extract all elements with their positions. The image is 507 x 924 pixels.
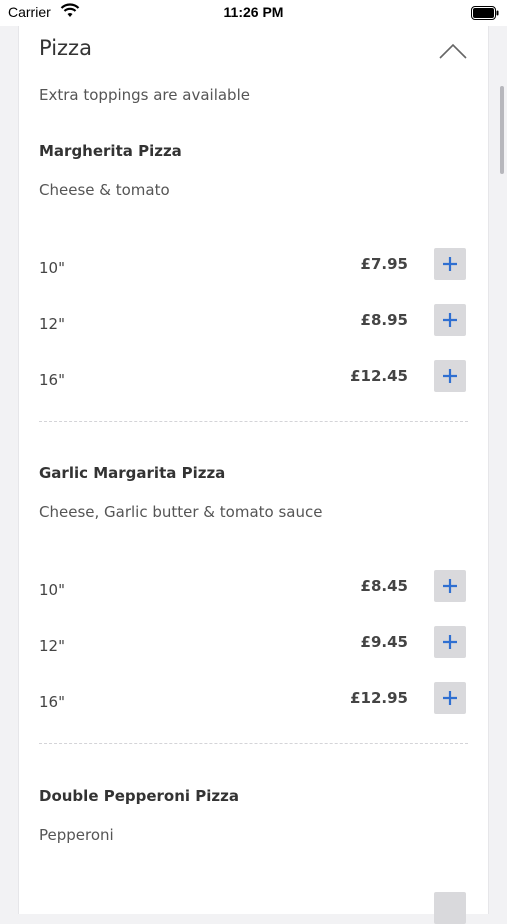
add-button[interactable] bbox=[434, 626, 466, 658]
clock: 11:26 PM bbox=[223, 4, 284, 20]
size-row: 12" £8.95 bbox=[19, 302, 488, 338]
product-description: Pepperoni bbox=[39, 826, 114, 844]
section-title: Pizza bbox=[39, 36, 92, 60]
plus-icon bbox=[443, 691, 457, 705]
plus-icon bbox=[443, 579, 457, 593]
add-button[interactable] bbox=[434, 892, 466, 924]
size-label: 16" bbox=[39, 371, 65, 389]
size-price: £8.45 bbox=[360, 577, 408, 595]
product-description: Cheese, Garlic butter & tomato sauce bbox=[39, 503, 323, 521]
status-bar: Carrier 11:26 PM bbox=[0, 0, 507, 26]
add-button[interactable] bbox=[434, 304, 466, 336]
menu-section-card: Pizza Extra toppings are available Margh… bbox=[18, 14, 489, 924]
battery-icon bbox=[471, 6, 499, 20]
divider bbox=[39, 421, 468, 422]
size-label: 16" bbox=[39, 693, 65, 711]
divider bbox=[39, 743, 468, 744]
section-subtitle: Extra toppings are available bbox=[39, 86, 250, 104]
size-label: 10" bbox=[39, 581, 65, 599]
scrollbar[interactable] bbox=[500, 86, 504, 174]
size-row: 16" £12.45 bbox=[19, 358, 488, 394]
product-name: Garlic Margarita Pizza bbox=[39, 464, 226, 482]
add-button[interactable] bbox=[434, 360, 466, 392]
chevron-up-icon bbox=[439, 43, 467, 59]
collapse-button[interactable] bbox=[438, 40, 468, 62]
plus-icon bbox=[443, 635, 457, 649]
size-row: 10" £8.45 bbox=[19, 568, 488, 604]
size-label: 10" bbox=[39, 259, 65, 277]
add-button[interactable] bbox=[434, 682, 466, 714]
size-row: 12" £9.45 bbox=[19, 624, 488, 660]
product-description: Cheese & tomato bbox=[39, 181, 170, 199]
size-label: 12" bbox=[39, 315, 65, 333]
size-price: £9.45 bbox=[360, 633, 408, 651]
product-name: Margherita Pizza bbox=[39, 142, 182, 160]
plus-icon bbox=[443, 257, 457, 271]
plus-icon bbox=[443, 313, 457, 327]
size-price: £12.95 bbox=[350, 689, 408, 707]
size-row: 10" £7.95 bbox=[19, 246, 488, 282]
add-button[interactable] bbox=[434, 248, 466, 280]
size-label: 12" bbox=[39, 637, 65, 655]
size-row: 16" £12.95 bbox=[19, 680, 488, 716]
add-button[interactable] bbox=[434, 570, 466, 602]
size-price: £7.95 bbox=[360, 255, 408, 273]
size-price: £8.95 bbox=[360, 311, 408, 329]
product-name: Double Pepperoni Pizza bbox=[39, 787, 239, 805]
size-price: £12.45 bbox=[350, 367, 408, 385]
plus-icon bbox=[443, 369, 457, 383]
